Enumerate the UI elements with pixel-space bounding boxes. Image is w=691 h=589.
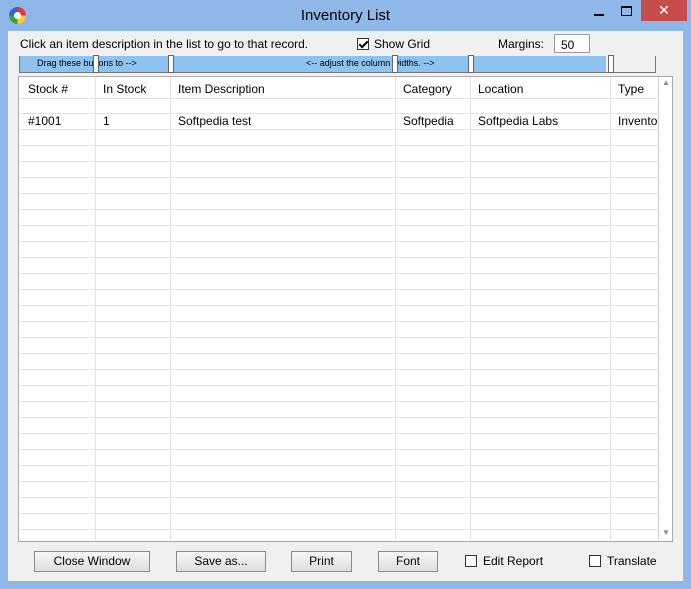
column-handle-5[interactable] [608, 55, 614, 73]
column-handle-3[interactable] [392, 55, 398, 73]
grid-line [19, 225, 659, 226]
grid-line [19, 385, 659, 386]
cell-in-stock: 1 [103, 114, 110, 128]
inventory-list[interactable]: Stock # In Stock Item Description Catego… [18, 76, 673, 542]
minimize-icon [594, 13, 604, 16]
grid-line [19, 305, 659, 306]
translate-checkbox[interactable] [589, 555, 601, 567]
grid-line [19, 465, 659, 466]
grid-line [19, 241, 659, 242]
grid-line [19, 401, 659, 402]
title-bar[interactable]: Inventory List ✕ [0, 0, 691, 31]
grid-line [19, 369, 659, 370]
cell-description[interactable]: Softpedia test [178, 114, 251, 128]
scrollbar-track-edge [658, 77, 659, 541]
grid-line [170, 77, 171, 541]
column-handle-2[interactable] [168, 55, 174, 73]
scroll-down-arrow-icon[interactable]: ▼ [660, 528, 672, 540]
grid-line [19, 353, 659, 354]
edit-report-checkbox[interactable] [465, 555, 477, 567]
edit-report-label[interactable]: Edit Report [483, 554, 543, 568]
font-button[interactable]: Font [378, 551, 438, 572]
grid-line [19, 321, 659, 322]
grid-line [19, 497, 659, 498]
minimize-button[interactable] [584, 0, 614, 21]
close-icon: ✕ [658, 2, 670, 18]
grid-line [95, 77, 96, 541]
grid-line [19, 257, 659, 258]
column-handle-1[interactable] [93, 55, 99, 73]
grid-line [19, 98, 659, 99]
cell-stock: #1001 [28, 114, 62, 128]
column-header-description[interactable]: Item Description [178, 82, 265, 96]
show-grid-checkbox[interactable] [357, 38, 369, 50]
margins-input[interactable] [554, 34, 590, 53]
grid-line [19, 113, 659, 114]
grid-line [19, 209, 659, 210]
cell-category: Softpedia [403, 114, 454, 128]
column-header-category[interactable]: Category [403, 82, 452, 96]
grid-line [610, 77, 611, 541]
grid-line [19, 193, 659, 194]
grid-line [19, 161, 659, 162]
cell-location: Softpedia Labs [478, 114, 559, 128]
save-as-button[interactable]: Save as... [176, 551, 266, 572]
column-width-ruler: Drag these buttons to --> <-- adjust the… [19, 55, 656, 73]
grid-line [19, 481, 659, 482]
grid-line [19, 529, 659, 530]
app-window: Inventory List ✕ Click an item descripti… [0, 0, 691, 589]
grid-line [19, 177, 659, 178]
column-header-in-stock[interactable]: In Stock [103, 82, 146, 96]
close-button[interactable]: ✕ [641, 0, 687, 21]
translate-label[interactable]: Translate [607, 554, 657, 568]
ruler-right-text: <-- adjust the column widths. --> [306, 58, 435, 68]
client-area: Click an item description in the list to… [8, 31, 683, 581]
grid-line [19, 449, 659, 450]
column-header-type[interactable]: Type [618, 82, 657, 96]
instruction-text: Click an item description in the list to… [20, 37, 309, 51]
grid-line [19, 129, 659, 130]
column-handle-4[interactable] [468, 55, 474, 73]
scroll-up-arrow-icon[interactable]: ▲ [660, 78, 672, 90]
grid-line [395, 77, 396, 541]
grid-line [19, 417, 659, 418]
print-button[interactable]: Print [291, 551, 352, 572]
show-grid-label[interactable]: Show Grid [374, 37, 430, 51]
column-header-stock[interactable]: Stock # [28, 82, 68, 96]
ruler-left-text: Drag these buttons to --> [37, 58, 137, 68]
grid-line [470, 77, 471, 541]
grid-line [19, 337, 659, 338]
grid-line [19, 273, 659, 274]
maximize-button[interactable] [612, 0, 640, 21]
grid-line [19, 145, 659, 146]
grid-line [19, 289, 659, 290]
cell-type: Inventory [618, 114, 657, 128]
column-header-location[interactable]: Location [478, 82, 523, 96]
grid-line [19, 513, 659, 514]
grid-line [19, 433, 659, 434]
margins-label: Margins: [498, 37, 545, 51]
close-window-button[interactable]: Close Window [34, 551, 150, 572]
maximize-icon [620, 5, 632, 16]
